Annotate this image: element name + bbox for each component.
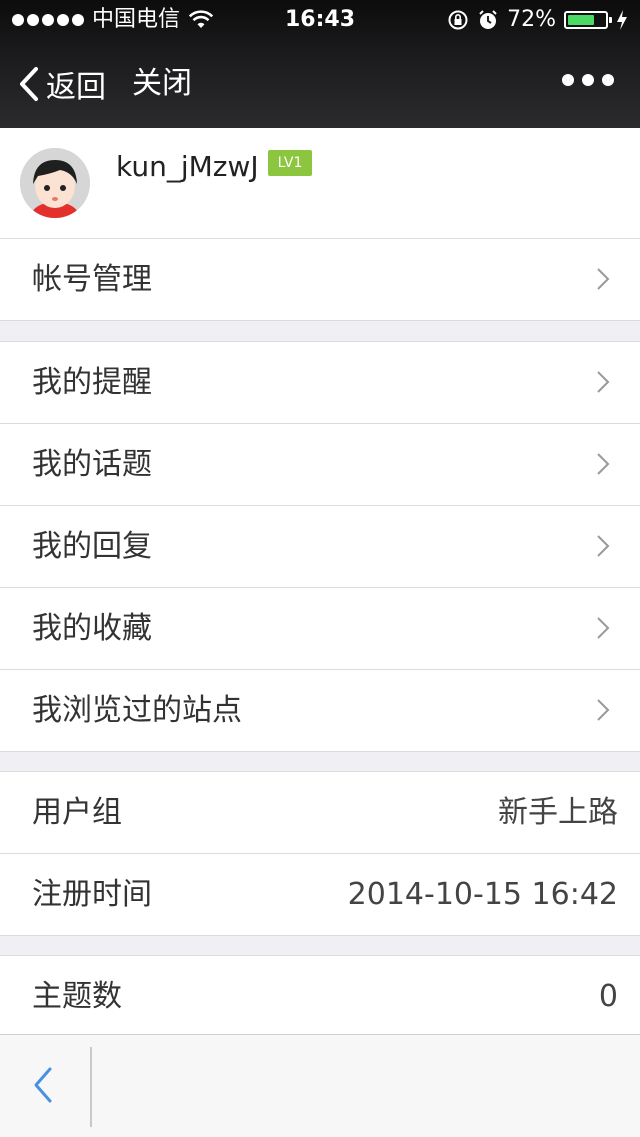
status-bar: 中国电信 16:43 72% — [0, 0, 640, 40]
profile-header: kun_jMzwJ LV1 — [0, 128, 640, 239]
chevron-right-icon — [597, 535, 610, 557]
account-group: 帐号管理 — [0, 238, 640, 321]
menu-item-my-replies[interactable]: 我的回复 — [0, 506, 640, 588]
menu-item-account-management[interactable]: 帐号管理 — [0, 239, 640, 320]
status-right: 72% — [447, 0, 628, 40]
toolbar-divider — [90, 1047, 92, 1127]
charging-icon — [617, 10, 627, 30]
info-label: 注册时间 — [32, 877, 152, 912]
menu-item-my-topics[interactable]: 我的话题 — [0, 424, 640, 506]
more-icon[interactable] — [562, 74, 614, 86]
info-row-topic-count: 主题数 0 — [0, 956, 640, 1037]
mine-group: 我的提醒 我的话题 我的回复 我的收藏 我浏览过的站点 — [0, 341, 640, 752]
menu-item-my-reminders[interactable]: 我的提醒 — [0, 342, 640, 424]
username[interactable]: kun_jMzwJ — [116, 150, 259, 183]
close-button[interactable]: 关闭 — [132, 62, 192, 106]
back-button[interactable]: 返回 — [18, 62, 106, 106]
info-label: 主题数 — [32, 979, 122, 1014]
nav-bar: 返回 关闭 — [0, 40, 640, 128]
menu-item-label: 我的话题 — [32, 447, 152, 482]
info-value: 新手上路 — [498, 795, 618, 830]
menu-item-label: 我的回复 — [32, 529, 152, 564]
toolbar-back-icon[interactable] — [28, 1065, 58, 1105]
info-label: 用户组 — [32, 795, 122, 830]
info-value: 2014-10-15 16:42 — [347, 877, 618, 912]
menu-item-label: 帐号管理 — [32, 262, 152, 297]
info-row-user-group: 用户组 新手上路 — [0, 772, 640, 854]
menu-item-browsed-sites[interactable]: 我浏览过的站点 — [0, 670, 640, 751]
top-header: 中国电信 16:43 72% 返回 关闭 — [0, 0, 640, 128]
avatar-image — [20, 148, 90, 218]
alarm-icon — [479, 10, 497, 29]
chevron-right-icon — [597, 453, 610, 475]
menu-item-my-favorites[interactable]: 我的收藏 — [0, 588, 640, 670]
info-value: 0 — [598, 979, 618, 1014]
battery-percent: 72% — [507, 7, 556, 32]
info-group: 用户组 新手上路 注册时间 2014-10-15 16:42 — [0, 771, 640, 936]
menu-item-label: 我的收藏 — [32, 611, 152, 646]
back-chevron-icon — [20, 67, 38, 101]
chevron-right-icon — [597, 371, 610, 393]
chevron-right-icon — [597, 617, 610, 639]
avatar — [20, 148, 90, 218]
rotation-lock-icon — [448, 10, 468, 30]
menu-item-label: 我浏览过的站点 — [32, 693, 242, 728]
info-row-register-time: 注册时间 2014-10-15 16:42 — [0, 854, 640, 935]
battery-icon — [564, 11, 612, 29]
chevron-right-icon — [597, 699, 610, 721]
battery-fill — [568, 15, 594, 25]
menu-item-label: 我的提醒 — [32, 365, 152, 400]
stats-group: 主题数 0 — [0, 955, 640, 1037]
chevron-right-icon — [597, 268, 610, 290]
level-badge: LV1 — [268, 150, 312, 176]
back-label: 返回 — [46, 70, 106, 105]
bottom-toolbar — [0, 1034, 640, 1137]
